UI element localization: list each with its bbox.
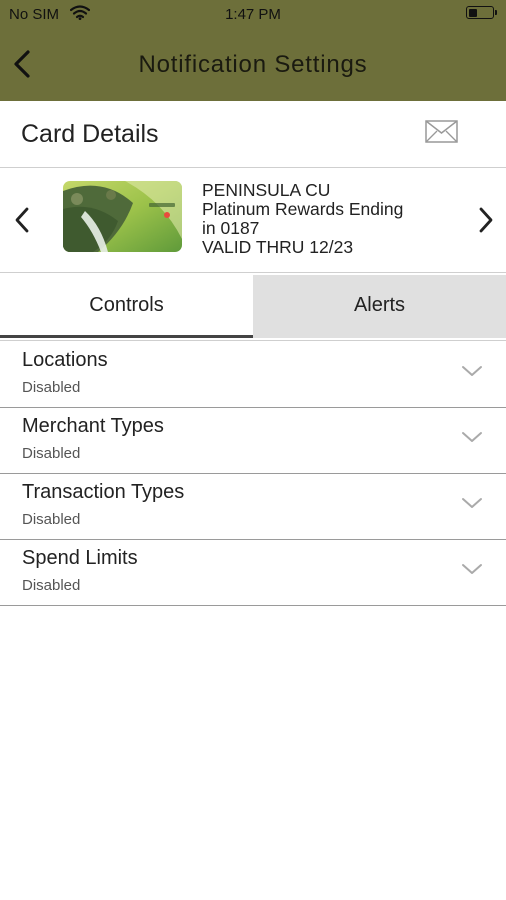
card-issuer: PENINSULA CU [202, 180, 331, 200]
previous-card-button[interactable] [10, 203, 34, 237]
tab-alerts-label: Alerts [353, 294, 406, 316]
card-valid-thru: VALID THRU 12/23 [202, 237, 354, 257]
chevron-down-icon [462, 498, 482, 508]
tab-selected-indicator [0, 335, 253, 338]
status-bar: No SIM 1:47 PM [0, 0, 506, 30]
control-status: Disabled [22, 445, 81, 462]
status-time: 1:47 PM [225, 6, 281, 23]
card-info: PENINSULA CU Platinum Rewards Ending in … [202, 181, 462, 257]
tab-controls-label: Controls [89, 294, 164, 316]
control-row-merchant-types[interactable]: Merchant Types Disabled [0, 407, 506, 474]
tab-controls[interactable]: Controls [0, 275, 253, 338]
control-label: Merchant Types [22, 415, 164, 437]
control-label: Spend Limits [22, 547, 138, 569]
envelope-icon [425, 120, 458, 143]
battery-icon [466, 6, 497, 19]
control-row-transaction-types[interactable]: Transaction Types Disabled [0, 473, 506, 540]
tab-bar: Controls Alerts [0, 275, 506, 338]
chevron-down-icon [462, 564, 482, 574]
chevron-down-icon [462, 366, 482, 376]
next-card-button[interactable] [474, 203, 498, 237]
control-row-spend-limits[interactable]: Spend Limits Disabled [0, 539, 506, 606]
card-image [63, 181, 182, 252]
chevron-left-icon [15, 207, 29, 233]
mail-button[interactable] [424, 118, 460, 146]
chevron-down-icon [462, 432, 482, 442]
app-header: No SIM 1:47 PM Notification Settings [0, 0, 506, 101]
control-status: Disabled [22, 511, 81, 528]
chevron-right-icon [479, 207, 493, 233]
control-row-locations[interactable]: Locations Disabled [0, 341, 506, 408]
card-ending: in 0187 [202, 218, 260, 238]
tab-alerts[interactable]: Alerts [253, 275, 506, 338]
card-product: Platinum Rewards Ending [202, 199, 404, 219]
control-status: Disabled [22, 379, 81, 396]
control-label: Transaction Types [22, 481, 185, 503]
control-label: Locations [22, 349, 108, 371]
control-status: Disabled [22, 577, 81, 594]
page-title: Notification Settings [138, 51, 368, 78]
card-details-title: Card Details [21, 120, 159, 148]
